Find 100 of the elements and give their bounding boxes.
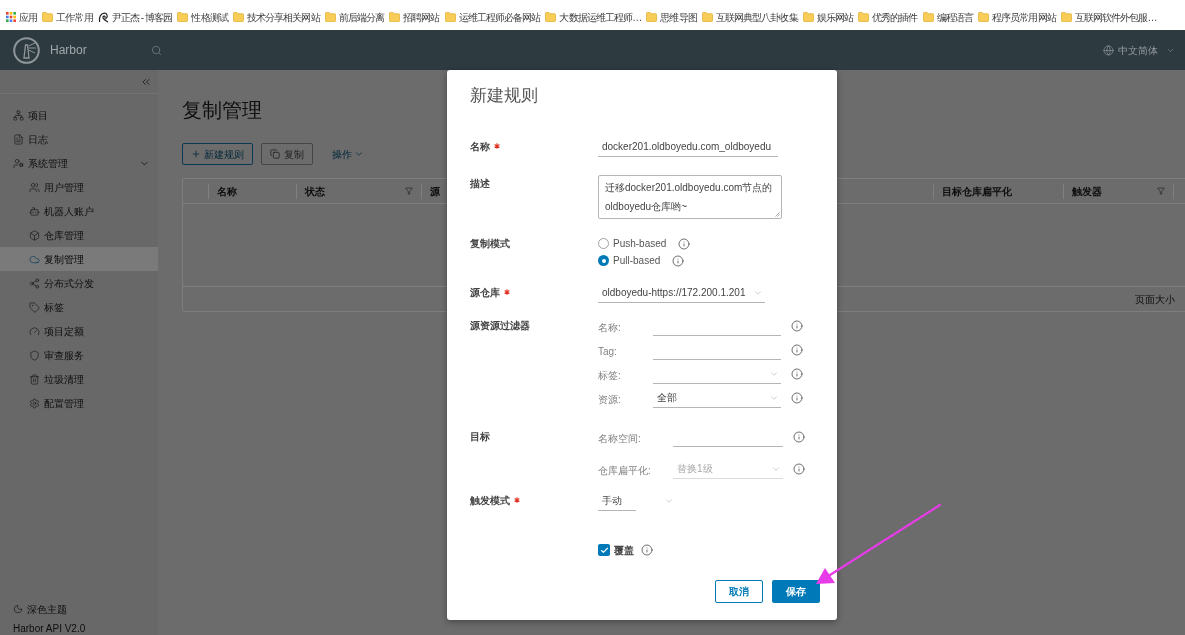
field-label: 目标	[470, 431, 490, 443]
sidebar-item[interactable]: 项目	[0, 103, 158, 127]
bookmark-link[interactable]: 编程语言	[922, 9, 973, 25]
bookmark-link[interactable]: 前后端分离	[324, 9, 385, 25]
select-field: 替换1级	[673, 459, 783, 479]
bookmark-link[interactable]: 性格测试	[177, 9, 228, 25]
filter-icon[interactable]	[405, 187, 413, 195]
bookmark-link[interactable]: 互联网典型八卦收集	[701, 9, 798, 25]
filter-icon[interactable]	[1157, 187, 1165, 195]
folder-icon	[545, 12, 557, 22]
search-icon[interactable]	[150, 44, 162, 56]
folder-icon	[802, 12, 814, 22]
info-icon	[678, 237, 691, 250]
bookmark-link[interactable]: 应用	[6, 9, 38, 25]
radio-button[interactable]	[598, 238, 609, 249]
folder-icon	[646, 12, 658, 22]
document-icon	[13, 133, 24, 145]
filter-label: 仓库扁平化:	[598, 465, 651, 476]
filter-label: Tag:	[598, 346, 617, 357]
sidebar-item[interactable]: 用户管理	[0, 175, 158, 199]
network-icon	[13, 109, 24, 121]
folder-icon	[1060, 12, 1072, 22]
info-icon	[791, 344, 803, 356]
page-title: 复制管理	[182, 98, 263, 122]
sidebar-item[interactable]: 仓库管理	[0, 223, 158, 247]
checkbox-label[interactable]: 覆盖	[614, 542, 634, 558]
radio-label[interactable]: Push-based	[613, 236, 667, 251]
resize-grip-icon	[775, 212, 780, 217]
bookmark-link[interactable]: 程序员常用网站	[978, 9, 1056, 25]
gauge-icon	[29, 325, 40, 337]
sidebar-item[interactable]: 日志	[0, 127, 158, 151]
bookmark-link[interactable]: 优秀的插件	[858, 9, 918, 25]
filter-label: 名称:	[598, 322, 621, 333]
sidebar-item[interactable]: 配置管理	[0, 391, 158, 415]
field-label: 描述	[470, 178, 490, 190]
folder-icon	[389, 12, 401, 22]
column-header: 触发器	[1072, 184, 1102, 199]
sidebar-item[interactable]: 系统管理	[0, 151, 158, 175]
trash-icon	[29, 373, 40, 385]
box-icon	[29, 229, 40, 241]
plus-icon	[191, 149, 201, 159]
sidebar-item[interactable]: 垃圾清理	[0, 367, 158, 391]
save-button[interactable]: 保存	[772, 580, 820, 603]
bookmark-link[interactable]: 招聘网站	[389, 9, 440, 25]
bookmark-link[interactable]: 思维导图	[646, 9, 697, 25]
select-field[interactable]: oldboyedu-https://172.200.1.201	[598, 283, 765, 303]
sidebar-item[interactable]: 项目定额	[0, 319, 158, 343]
radio-button[interactable]	[598, 255, 609, 266]
shield-icon	[29, 349, 40, 361]
user-gear-icon	[13, 157, 24, 169]
bookmark-link[interactable]: 互联网软件外包服…	[1060, 9, 1157, 25]
check-icon	[599, 545, 609, 555]
select-field[interactable]: 全部	[653, 388, 781, 408]
tag-icon	[29, 301, 40, 313]
select-field[interactable]: 手动	[598, 491, 636, 511]
filter-label: 标签:	[598, 370, 621, 381]
bookmark-link[interactable]: 大数据运维工程师…	[545, 9, 642, 25]
checkbox[interactable]	[598, 544, 610, 556]
dialog-title: 新建规则	[470, 86, 539, 106]
column-header: 状态	[305, 184, 325, 199]
info-icon	[791, 320, 803, 332]
sidebar-item[interactable]: 复制管理	[0, 247, 158, 271]
field-label: 复制模式	[470, 238, 510, 250]
folder-icon	[324, 12, 336, 22]
sidebar-item[interactable]: 分布式分发	[0, 271, 158, 295]
info-icon	[791, 392, 803, 404]
text-input[interactable]: docker201.oldboyedu.com_oldboyedu	[598, 137, 778, 157]
copy-icon	[270, 149, 280, 159]
cancel-button[interactable]: 取消	[715, 580, 763, 603]
filter-label: 名称空间:	[598, 433, 641, 444]
folder-icon	[444, 12, 456, 22]
sidebar-item[interactable]: 标签	[0, 295, 158, 319]
caret-icon[interactable]	[664, 496, 674, 506]
radio-label[interactable]: Pull-based	[613, 253, 661, 268]
description-textarea[interactable]: 迁移docker201.oldboyedu.com节点的oldboyedu仓库哟~	[598, 175, 782, 219]
sidebar-link[interactable]: Harbor API V2.0	[0, 621, 158, 635]
users-icon	[29, 181, 40, 193]
folder-icon	[232, 12, 244, 22]
sidebar-item[interactable]: 机器人账户	[0, 199, 158, 223]
folder-icon	[701, 12, 713, 22]
sidebar-link[interactable]: 深色主题	[0, 599, 158, 619]
bookmark-link[interactable]: 尹正杰 - 博客园	[97, 9, 173, 25]
info-icon	[672, 254, 685, 267]
info-icon	[791, 368, 803, 380]
field-label: 源资源过滤器	[470, 320, 530, 332]
brand-name: Harbor	[50, 42, 87, 59]
globe-icon	[1103, 44, 1114, 56]
robot-icon	[29, 205, 40, 217]
bookmark-link[interactable]: 运维工程师必备网站	[444, 9, 541, 25]
bookmark-link[interactable]: 技术分享相关网站	[232, 9, 320, 25]
folder-icon	[922, 12, 934, 22]
info-icon	[793, 431, 805, 443]
apps-grid-icon	[6, 12, 16, 22]
language-menu[interactable]: 中文简体	[1103, 42, 1175, 58]
folder-icon	[177, 12, 189, 22]
field-label: 触发模式	[470, 495, 510, 507]
field-label: 名称	[470, 141, 490, 153]
bookmark-link[interactable]: 工作常用	[42, 9, 93, 25]
sidebar-item[interactable]: 审查服务	[0, 343, 158, 367]
bookmark-link[interactable]: 娱乐网站	[802, 9, 854, 25]
